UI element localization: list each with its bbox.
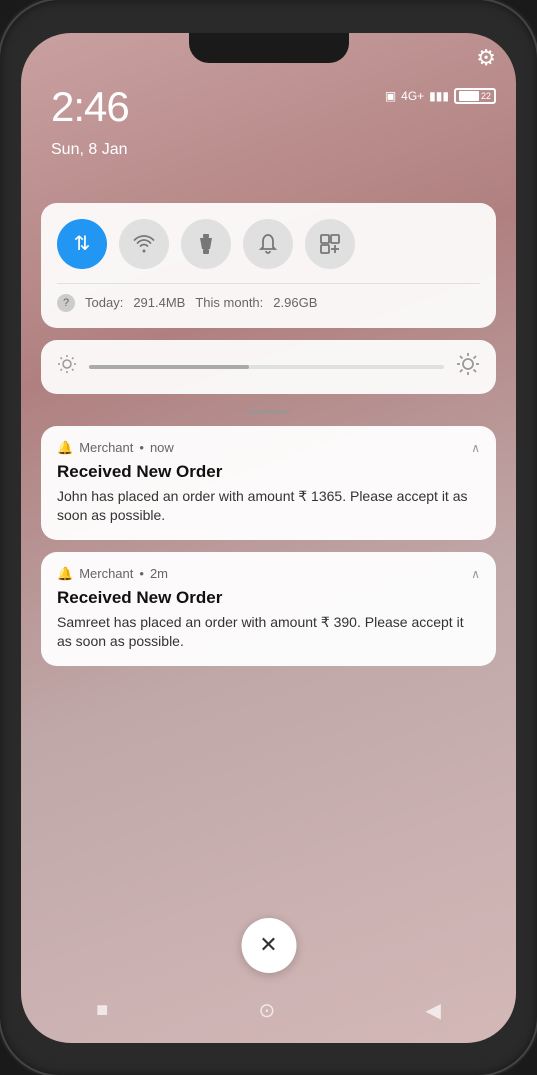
brightness-high-icon [456,352,480,382]
today-value: 291.4MB [133,295,185,310]
nav-home-icon[interactable]: ⊙ [258,998,275,1023]
notif-app-name-2: Merchant [79,566,133,581]
signal-bars: ▮▮▮ [429,89,449,103]
battery-fill [459,91,479,101]
nav-back-icon[interactable]: ◀ [425,998,440,1023]
brightness-card [41,340,496,394]
date-display: Sun, 8 Jan [51,141,128,159]
notification-card-1[interactable]: 🔔 Merchant • now ∧ Received New Order Jo… [41,426,496,540]
month-value: 2.96GB [273,295,317,310]
data-usage-row: ? Today: 291.4MB This month: 2.96GB [57,294,480,312]
notif-dot-1: • [139,440,144,455]
bottom-nav: ■ ⊙ ◀ [21,983,516,1043]
notification-card-2[interactable]: 🔔 Merchant • 2m ∧ Received New Order Sam… [41,552,496,666]
notif-time-1: now [150,440,174,455]
bell-toggle-button[interactable] [243,219,293,269]
notif-time-2: 2m [150,566,168,581]
notifications-area: ⇅ [41,203,496,666]
notif-app-name-1: Merchant [79,440,133,455]
dismiss-button[interactable]: ✕ [241,918,296,973]
notif-header-1: 🔔 Merchant • now ∧ [57,440,480,456]
phone-screen: ⚙ 2:46 Sun, 8 Jan ▣ 4G+ ▮▮▮ 22 ⇅ [21,33,516,1043]
notif-body-2: Samreet has placed an order with amount … [57,613,480,652]
screen-toggle-button[interactable] [305,219,355,269]
toggle-buttons-row: ⇅ [57,219,480,269]
drag-handle [249,410,289,414]
notif-dot-2: • [139,566,144,581]
usage-divider [57,283,480,284]
notif-bell-icon-2: 🔔 [57,566,73,582]
notif-body-1: John has placed an order with amount ₹ 1… [57,487,480,526]
torch-toggle-button[interactable] [181,219,231,269]
notif-title-1: Received New Order [57,462,480,482]
battery-indicator: 22 [454,88,496,104]
vol-indicator: ▣ [385,89,396,103]
brightness-slider[interactable] [89,365,444,369]
question-icon: ? [57,294,75,312]
phone-frame: ⚙ 2:46 Sun, 8 Jan ▣ 4G+ ▮▮▮ 22 ⇅ [0,0,537,1075]
notif-header-2: 🔔 Merchant • 2m ∧ [57,566,480,582]
clock-display: 2:46 [51,83,129,131]
today-label: Today: [85,295,123,310]
wifi-toggle-button[interactable] [119,219,169,269]
settings-icon[interactable]: ⚙ [476,45,496,71]
nav-recents-icon[interactable]: ■ [96,999,108,1022]
month-label: This month: [195,295,263,310]
brightness-fill [89,365,249,369]
notif-chevron-2[interactable]: ∧ [471,567,480,581]
brightness-low-icon [57,354,77,379]
notch [189,33,349,63]
data-toggle-button[interactable]: ⇅ [57,219,107,269]
quick-toggles-card: ⇅ [41,203,496,328]
status-icons: ▣ 4G+ ▮▮▮ 22 [385,88,496,104]
notif-title-2: Received New Order [57,588,480,608]
notif-chevron-1[interactable]: ∧ [471,441,480,455]
notif-bell-icon-1: 🔔 [57,440,73,456]
battery-level: 22 [481,91,491,101]
signal-label: 4G+ [401,89,424,103]
